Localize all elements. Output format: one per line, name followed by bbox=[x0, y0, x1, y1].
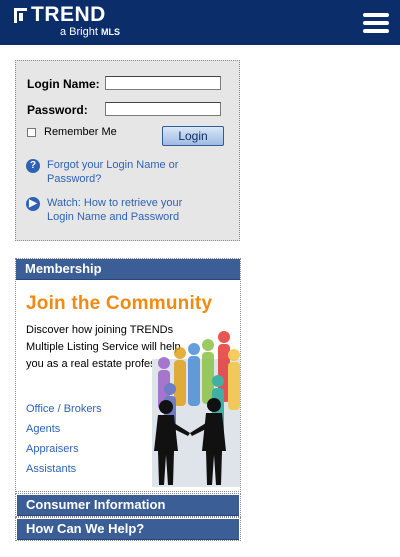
how-can-we-help-panel: How Can We Help? bbox=[15, 517, 241, 541]
trend-logo[interactable]: TREND a Bright MLS bbox=[14, 3, 120, 38]
forgot-login-row: ? Forgot your Login Name or Password? bbox=[26, 158, 207, 186]
login-panel: Login Name: Password: Remember Me Login … bbox=[15, 60, 240, 241]
logo-text: TREND bbox=[31, 3, 106, 26]
remember-me-checkbox[interactable] bbox=[27, 128, 36, 137]
login-button[interactable]: Login bbox=[162, 126, 224, 146]
watch-video-link[interactable]: Watch: How to retrieve your Login Name a… bbox=[47, 196, 207, 224]
link-appraisers[interactable]: Appraisers bbox=[26, 439, 102, 459]
login-name-label: Login Name: bbox=[27, 77, 100, 91]
login-name-input[interactable] bbox=[105, 76, 221, 90]
community-people-illustration bbox=[152, 331, 240, 487]
password-label: Password: bbox=[27, 103, 88, 117]
join-community-title: Join the Community bbox=[26, 293, 213, 314]
logo-sub-text: a Bright bbox=[60, 26, 98, 38]
how-can-we-help-header[interactable]: How Can We Help? bbox=[17, 519, 239, 540]
consumer-information-header[interactable]: Consumer Information bbox=[17, 495, 239, 516]
membership-header[interactable]: Membership bbox=[16, 259, 240, 280]
password-input[interactable] bbox=[105, 102, 221, 116]
link-assistants[interactable]: Assistants bbox=[26, 459, 102, 479]
membership-panel: Membership Join the Community Discover h… bbox=[15, 258, 241, 492]
consumer-information-panel: Consumer Information bbox=[15, 493, 241, 517]
hamburger-menu-icon[interactable] bbox=[363, 13, 389, 33]
remember-me-label[interactable]: Remember Me bbox=[44, 126, 117, 138]
forgot-login-link[interactable]: Forgot your Login Name or Password? bbox=[47, 158, 207, 186]
logo-sub-mls: MLS bbox=[100, 27, 120, 37]
logo-subtitle: a Bright MLS bbox=[60, 26, 120, 38]
top-header: TREND a Bright MLS bbox=[0, 0, 400, 45]
link-agents[interactable]: Agents bbox=[26, 419, 102, 439]
link-office-brokers[interactable]: Office / Brokers bbox=[26, 399, 102, 419]
question-icon: ? bbox=[26, 159, 40, 173]
watch-video-row: ▶ Watch: How to retrieve your Login Name… bbox=[26, 196, 207, 224]
trend-logo-mark-icon bbox=[14, 7, 27, 23]
play-icon: ▶ bbox=[26, 197, 40, 211]
membership-links: Office / Brokers Agents Appraisers Assis… bbox=[26, 399, 102, 479]
